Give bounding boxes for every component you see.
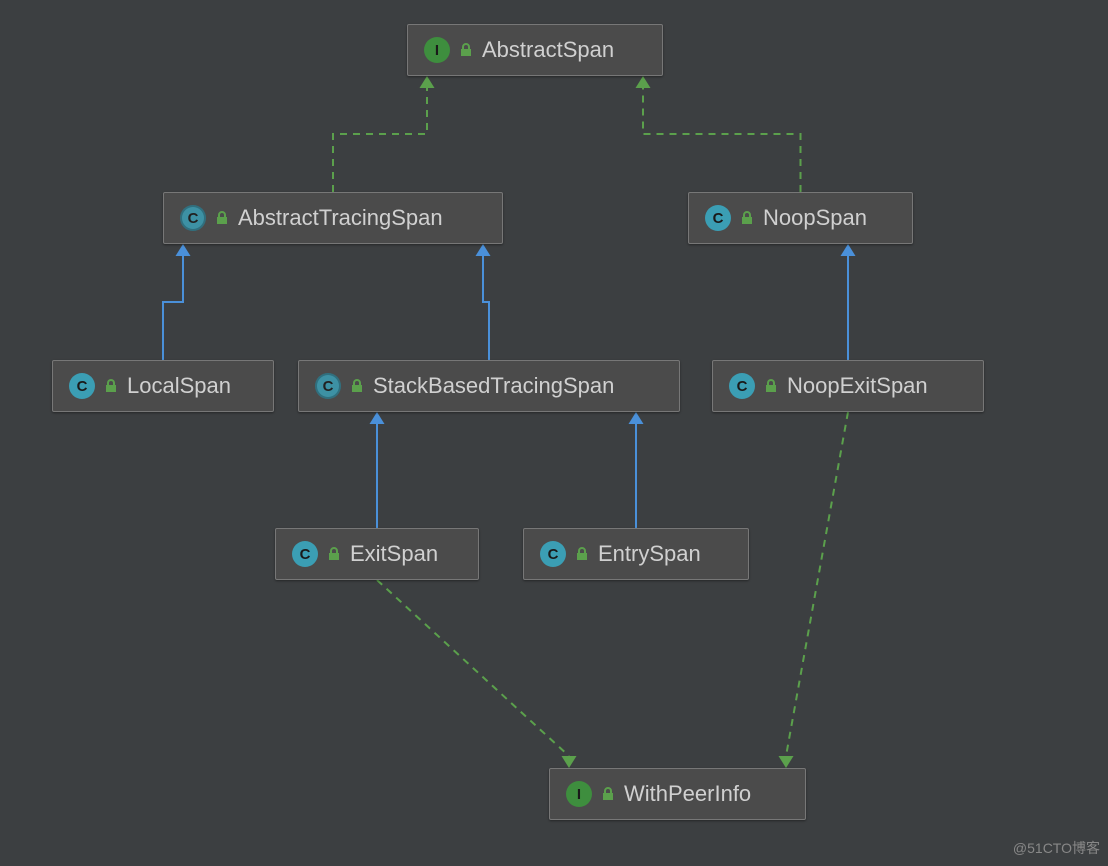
node-label: EntrySpan [598, 541, 701, 567]
diagram-canvas: I AbstractSpan C AbstractTracingSpan C NoopSp… [0, 0, 1108, 866]
node-label: StackBasedTracingSpan [373, 373, 614, 399]
lock-icon [763, 378, 779, 394]
node-label: LocalSpan [127, 373, 231, 399]
node-abstractTracingSpan[interactable]: C AbstractTracingSpan [163, 192, 503, 244]
lock-icon [600, 786, 616, 802]
watermark: @51CTO博客 [1013, 838, 1100, 858]
node-withPeerInfo[interactable]: I WithPeerInfo [549, 768, 806, 820]
node-label: AbstractTracingSpan [238, 205, 443, 231]
lock-icon [739, 210, 755, 226]
node-noopSpan[interactable]: C NoopSpan [688, 192, 913, 244]
lock-icon [214, 210, 230, 226]
node-abstractSpan[interactable]: I AbstractSpan [407, 24, 663, 76]
edge-localSpan-abstractTracingSpan [163, 256, 183, 360]
edge-exitSpan-withPeerInfo [377, 580, 569, 756]
node-entrySpan[interactable]: C EntrySpan [523, 528, 749, 580]
lock-icon [458, 42, 474, 58]
lock-icon [349, 378, 365, 394]
edge-noopSpan-abstractSpan [643, 88, 801, 192]
class-icon: C [292, 541, 318, 567]
node-label: ExitSpan [350, 541, 438, 567]
node-label: AbstractSpan [482, 37, 614, 63]
class-icon: C [69, 373, 95, 399]
lock-icon [326, 546, 342, 562]
interface-icon: I [424, 37, 450, 63]
node-stackBasedTracing[interactable]: C StackBasedTracingSpan [298, 360, 680, 412]
edges-layer [0, 0, 1108, 866]
class-icon: C [540, 541, 566, 567]
edge-stackBasedTracing-abstractTracingSpan [483, 256, 489, 360]
edge-abstractTracingSpan-abstractSpan [333, 88, 427, 192]
node-exitSpan[interactable]: C ExitSpan [275, 528, 479, 580]
class-icon: C [729, 373, 755, 399]
interface-icon: I [566, 781, 592, 807]
abstract-icon: C [315, 373, 341, 399]
node-localSpan[interactable]: C LocalSpan [52, 360, 274, 412]
node-label: WithPeerInfo [624, 781, 751, 807]
node-noopExitSpan[interactable]: C NoopExitSpan [712, 360, 984, 412]
lock-icon [103, 378, 119, 394]
node-label: NoopExitSpan [787, 373, 928, 399]
abstract-icon: C [180, 205, 206, 231]
edge-noopExitSpan-withPeerInfo [786, 412, 848, 756]
node-label: NoopSpan [763, 205, 867, 231]
class-icon: C [705, 205, 731, 231]
lock-icon [574, 546, 590, 562]
